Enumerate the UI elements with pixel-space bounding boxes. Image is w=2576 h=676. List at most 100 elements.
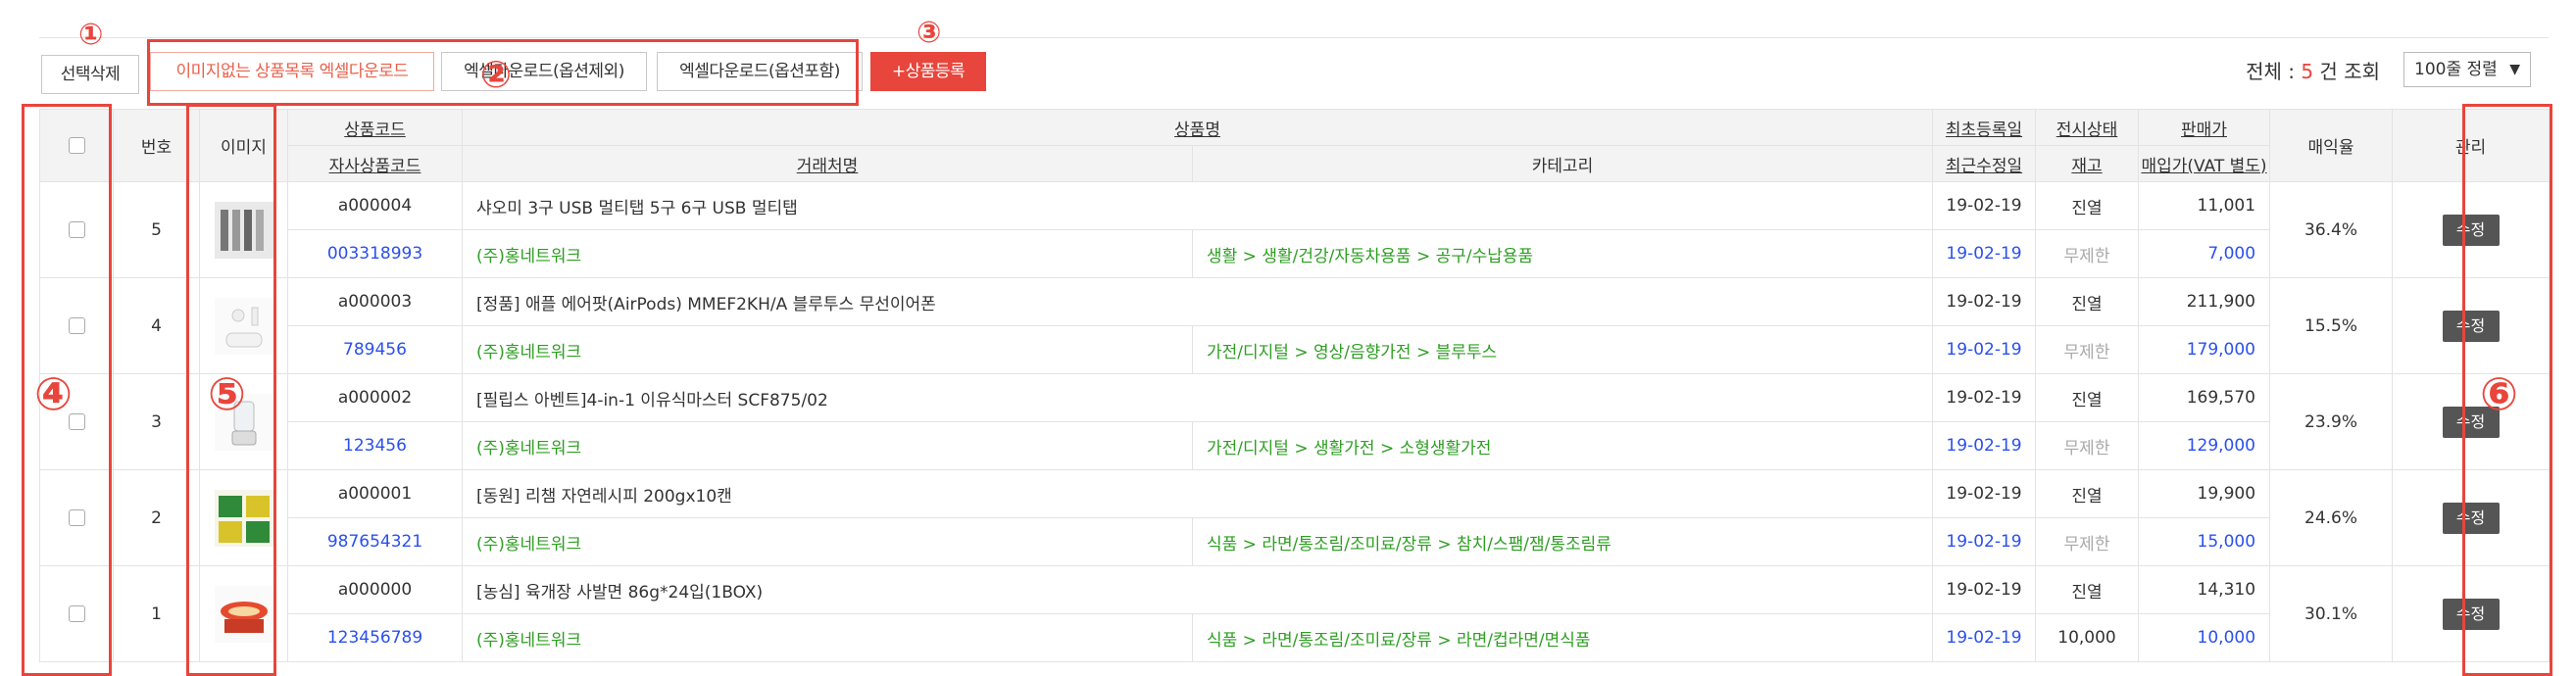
select-all-cell (39, 109, 114, 182)
purchase-price: 15,000 (2138, 517, 2271, 566)
vendor-name[interactable]: (주)홍네트워크 (462, 229, 1193, 278)
registered-date: 19-02-19 (1932, 181, 2037, 230)
header-number: 번호 (113, 109, 200, 182)
registered-date: 19-02-19 (1932, 277, 2037, 326)
product-thumbnail[interactable] (199, 565, 288, 662)
display-status: 진열 (2035, 373, 2140, 422)
header-purchase-price[interactable]: 매입가(VAT 별도) (2138, 145, 2271, 182)
annotation-marker-6: ⑥ (2480, 367, 2518, 420)
annotation-marker-1: ① (78, 18, 104, 52)
table-row-detail: 123456789 (주)홍네트워크 식품 > 라면/통조림/조미료/장류 > 라면… (40, 613, 2550, 662)
sale-price: 14,310 (2138, 565, 2271, 614)
product-name[interactable]: [필립스 아벤트]4-in-1 이유식마스터 SCF875/02 (461, 373, 1934, 422)
margin-rate: 24.6% (2269, 469, 2394, 566)
vendor-name[interactable]: (주)홍네트워크 (462, 325, 1193, 374)
row-checkbox[interactable] (68, 317, 85, 334)
header-image: 이미지 (199, 109, 288, 182)
row-select-cell (39, 469, 114, 566)
vendor-name[interactable]: (주)홍네트워크 (462, 517, 1193, 566)
annotation-marker-2: ② (480, 53, 513, 96)
margin-rate: 36.4% (2269, 181, 2394, 278)
chevron-down-icon: ▼ (2509, 62, 2520, 77)
annotation-marker-4: ④ (34, 367, 73, 420)
modified-date: 19-02-19 (1932, 613, 2037, 662)
edit-cell: 수정 (2392, 181, 2551, 278)
result-count: 전체 : 5 건 조회 (2246, 56, 2380, 84)
own-product-code[interactable]: 003318993 (287, 229, 463, 278)
row-checkbox[interactable] (68, 221, 85, 238)
top-divider (39, 37, 2549, 38)
select-all-checkbox[interactable] (68, 137, 85, 154)
own-product-code[interactable]: 123456789 (287, 613, 463, 662)
header-stock[interactable]: 재고 (2035, 145, 2140, 182)
header-last-mod[interactable]: 최근수정일 (1932, 145, 2037, 182)
product-thumbnail[interactable] (199, 469, 288, 566)
row-checkbox[interactable] (68, 605, 85, 622)
header-manage: 관리 (2392, 109, 2551, 182)
product-name[interactable]: [동원] 리챔 자연레시피 200gx10캔 (461, 469, 1934, 518)
modified-date: 19-02-19 (1932, 229, 2037, 278)
vendor-name[interactable]: (주)홍네트워크 (462, 421, 1193, 470)
product-code: a000004 (287, 181, 463, 230)
header-vendor[interactable]: 거래처명 (462, 145, 1193, 182)
row-select-cell (39, 181, 114, 278)
excel-no-image-button[interactable]: 이미지없는 상품목록 엑셀다운로드 (150, 52, 434, 91)
margin-rate: 15.5% (2269, 277, 2394, 374)
own-product-code[interactable]: 123456 (287, 421, 463, 470)
edit-button[interactable]: 수정 (2442, 214, 2500, 246)
product-name[interactable]: 샤오미 3구 USB 멀티탭 5구 6구 USB 멀티탭 (461, 181, 1934, 230)
category-path: 가전/디지털 > 영상/음향가전 > 블루투스 (1191, 325, 1934, 374)
edit-cell: 수정 (2392, 565, 2551, 662)
product-name[interactable]: [농심] 육개장 사발면 86g*24입(1BOX) (461, 565, 1934, 614)
header-product-name[interactable]: 상품명 (461, 109, 1934, 146)
excel-with-option-button[interactable]: 엑셀다운로드(옵션포함) (657, 52, 863, 91)
registered-date: 19-02-19 (1932, 469, 2037, 518)
excel-no-option-button[interactable]: 엑셀다운로드(옵션제외) (441, 52, 647, 91)
vendor-name[interactable]: (주)홍네트워크 (462, 613, 1193, 662)
sort-select-value: 100줄 정렬 (2414, 60, 2498, 79)
row-number: 1 (113, 565, 200, 662)
sort-select[interactable]: 100줄 정렬 ▼ (2403, 52, 2531, 87)
table-row: 4 a000003 [정품] 애플 에어팟(AirPods) MMEF2KH/A 블… (39, 277, 2551, 374)
edit-button[interactable]: 수정 (2442, 310, 2500, 342)
category-path: 가전/디지털 > 생활가전 > 소형생활가전 (1191, 421, 1934, 470)
product-table: 번호 이미지 상품코드 상품명 최초등록일 전시상태 판매가 매익율 관리 자사… (39, 109, 2551, 662)
modified-date: 19-02-19 (1932, 517, 2037, 566)
product-thumbnail[interactable] (199, 277, 288, 374)
product-code: a000000 (287, 565, 463, 614)
select-delete-button[interactable]: 선택삭제 (41, 55, 139, 94)
display-status: 진열 (2035, 277, 2140, 326)
stock: 무제한 (2035, 517, 2140, 566)
edit-cell: 수정 (2392, 277, 2551, 374)
margin-rate: 23.9% (2269, 373, 2394, 470)
row-checkbox[interactable] (68, 509, 85, 526)
header-own-code[interactable]: 자사상품코드 (287, 145, 463, 182)
product-name[interactable]: [정품] 애플 에어팟(AirPods) MMEF2KH/A 블루투스 무선이어… (461, 277, 1934, 326)
stock: 무제한 (2035, 325, 2140, 374)
result-count-number: 5 (2301, 60, 2314, 83)
table-header: 번호 이미지 상품코드 상품명 최초등록일 전시상태 판매가 매익율 관리 자사… (39, 109, 2551, 182)
category-path: 생활 > 생활/건강/자동차용품 > 공구/수납용품 (1191, 229, 1934, 278)
header-category: 카테고리 (1191, 145, 1934, 182)
product-thumbnail[interactable] (199, 181, 288, 278)
annotation-marker-3: ③ (916, 16, 942, 50)
header-sale-price[interactable]: 판매가 (2138, 109, 2271, 146)
stock: 무제한 (2035, 229, 2140, 278)
row-select-cell (39, 565, 114, 662)
header-display-status[interactable]: 전시상태 (2035, 109, 2140, 146)
edit-cell: 수정 (2392, 373, 2551, 470)
product-code: a000003 (287, 277, 463, 326)
edit-button[interactable]: 수정 (2442, 502, 2500, 534)
table-row: 2 a000001 [동원] 리챔 자연레시피 200gx10캔 19-02-19 진열… (39, 469, 2551, 566)
category-path: 식품 > 라면/통조림/조미료/장류 > 참치/스팸/잼/통조림류 (1191, 517, 1934, 566)
edit-button[interactable]: 수정 (2442, 598, 2500, 630)
modified-date: 19-02-19 (1932, 421, 2037, 470)
row-number: 5 (113, 181, 200, 278)
own-product-code[interactable]: 789456 (287, 325, 463, 374)
add-product-button[interactable]: +상품등록 (870, 52, 986, 91)
header-first-reg[interactable]: 최초등록일 (1932, 109, 2037, 146)
sale-price: 211,900 (2138, 277, 2271, 326)
own-product-code[interactable]: 987654321 (287, 517, 463, 566)
header-product-code[interactable]: 상품코드 (287, 109, 463, 146)
table-body: 5 a000004 샤오미 3구 USB 멀티탭 5구 6구 USB 멀티탭 19-0… (39, 181, 2551, 662)
